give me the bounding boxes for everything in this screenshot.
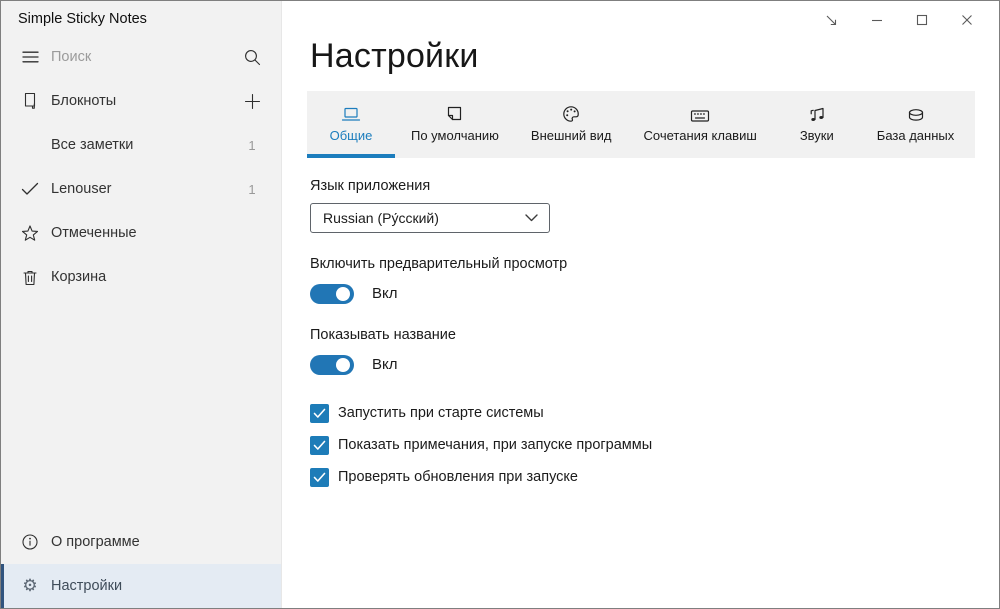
maximize-button[interactable] (899, 7, 944, 33)
music-notes-icon (808, 103, 826, 123)
show-title-toggle-label: Показывать название (310, 327, 456, 343)
language-label: Язык приложения (310, 178, 431, 194)
gear-icon: ⚙ (22, 575, 38, 596)
laptop-icon (341, 103, 361, 123)
language-select-value: Russian (Ру́сский) (323, 210, 439, 226)
info-icon (17, 533, 43, 551)
palette-icon (562, 103, 580, 123)
sidebar-item-about[interactable]: О программе (1, 520, 281, 564)
sidebar-item-label: Lenouser (51, 181, 112, 197)
sidebar-item-lenouser[interactable]: Lenouser 1 (1, 167, 281, 211)
sidebar-item-label: Блокноты (51, 93, 117, 109)
sidebar-item-all-notes[interactable]: Все заметки 1 (1, 123, 281, 167)
notebook-icon (17, 92, 43, 110)
tab-general[interactable]: Общие (307, 91, 395, 158)
language-select[interactable]: Russian (Ру́сский) (310, 203, 550, 233)
search-row[interactable]: Поиск (1, 35, 281, 79)
tab-sounds[interactable]: Звуки (773, 91, 861, 158)
toggle-state-label: Вкл (372, 356, 398, 373)
app-title: Simple Sticky Notes (18, 11, 147, 27)
sidebar-item-starred[interactable]: Отмеченные (1, 211, 281, 255)
checkbox-label: Показать примечания, при запуске програм… (338, 437, 653, 453)
search-input[interactable]: Поиск (51, 49, 237, 65)
startup-options: Запустить при старте системы Показать пр… (310, 403, 999, 487)
toggle-state-label: Вкл (372, 285, 398, 302)
tab-appearance[interactable]: Внешний вид (515, 91, 628, 158)
sidebar-item-notebooks[interactable]: Блокноты (1, 79, 281, 123)
page-title: Настройки (310, 37, 479, 75)
checkbox-label: Проверять обновления при запуске (338, 469, 578, 485)
window-controls (809, 7, 989, 33)
sidebar-item-label: Отмеченные (51, 225, 137, 241)
minimize-button[interactable] (854, 7, 899, 33)
tab-shortcuts[interactable]: Сочетания клавиш (628, 91, 773, 158)
tab-defaults[interactable]: По умолчанию (395, 91, 515, 158)
show-title-toggle[interactable] (310, 354, 354, 375)
add-notebook-button[interactable] (237, 93, 267, 110)
run-at-startup-checkbox[interactable] (310, 403, 329, 423)
preview-toggle-label: Включить предварительный просмотр (310, 256, 568, 272)
sidebar-item-trash[interactable]: Корзина (1, 255, 281, 299)
sidebar: Simple Sticky Notes Поиск Блокноты Все з… (1, 1, 282, 608)
database-icon (907, 103, 925, 123)
star-icon (17, 224, 43, 242)
show-notes-on-launch-checkbox[interactable] (310, 435, 329, 455)
app-window: Simple Sticky Notes Поиск Блокноты Все з… (0, 0, 1000, 609)
search-icon[interactable] (237, 49, 267, 66)
preview-toggle[interactable] (310, 283, 354, 304)
sidebar-item-settings[interactable]: ⚙ Настройки (1, 564, 281, 608)
sidebar-item-label: О программе (51, 534, 140, 550)
settings-tabstrip: Общие По умолчанию Внешний вид Сочетания… (307, 91, 975, 158)
checkbox-row-run-at-startup: Запустить при старте системы (310, 403, 999, 423)
toggle-knob (336, 286, 350, 301)
sidebar-item-label: Настройки (51, 578, 123, 594)
close-button[interactable] (944, 7, 989, 33)
tab-database[interactable]: База данных (861, 91, 970, 158)
checkbox-label: Запустить при старте системы (338, 405, 544, 421)
note-count-badge: 1 (248, 137, 256, 153)
move-to-corner-button[interactable] (809, 7, 854, 33)
toggle-knob (336, 357, 350, 372)
checkbox-row-show-notes-on-launch: Показать примечания, при запуске програм… (310, 435, 999, 455)
general-settings-content: Язык приложения Russian (Ру́сский) Включ… (282, 178, 999, 487)
chevron-down-icon (525, 209, 538, 227)
check-updates-checkbox[interactable] (310, 467, 329, 487)
check-icon (17, 182, 43, 196)
checkbox-row-check-updates: Проверять обновления при запуске (310, 467, 999, 487)
note-count-badge: 1 (248, 181, 256, 197)
settings-panel: Настройки Общие По умолчанию Внешний вид (282, 1, 999, 608)
note-icon (446, 103, 463, 123)
keyboard-icon (690, 103, 710, 123)
sidebar-item-label: Все заметки (51, 137, 134, 153)
trash-icon (17, 269, 43, 286)
sidebar-item-label: Корзина (51, 269, 107, 285)
hamburger-icon[interactable] (17, 50, 43, 64)
